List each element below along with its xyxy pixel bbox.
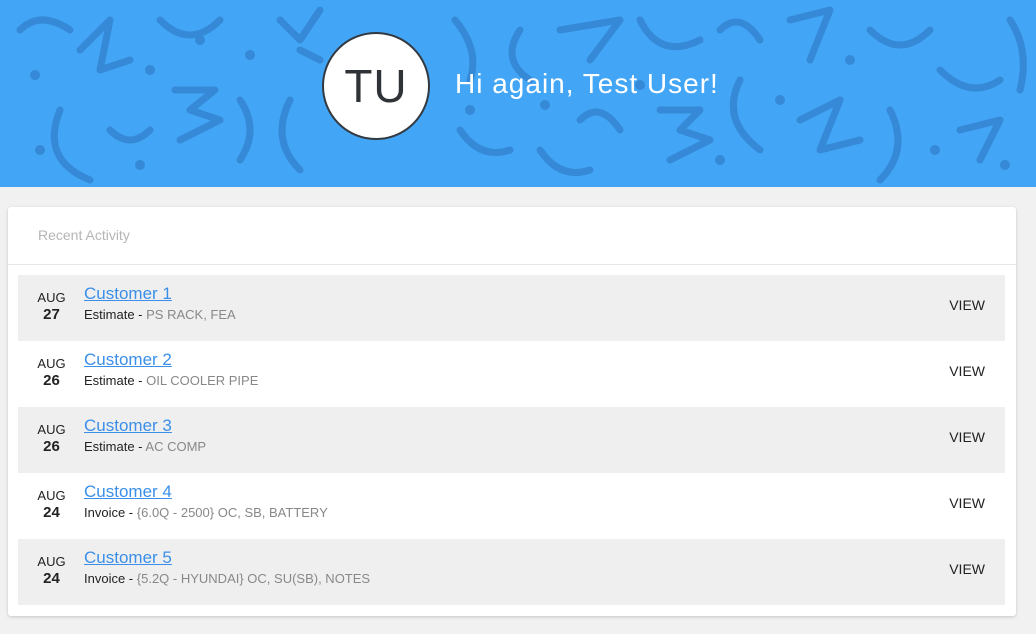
activity-row: AUG 26 Customer 3 Estimate - AC COMP VIE… xyxy=(18,407,1005,473)
activity-info: Customer 5 Invoice - {5.2Q - HYUNDAI} OC… xyxy=(84,548,370,587)
activity-day: 24 xyxy=(43,570,60,587)
recent-activity-title: Recent Activity xyxy=(8,207,1016,265)
activity-month: AUG xyxy=(37,422,66,437)
greeting-text: Hi again, Test User! xyxy=(455,68,719,99)
avatar: TU xyxy=(322,32,430,140)
activity-description: Invoice - {5.2Q - HYUNDAI} OC, SU(SB), N… xyxy=(84,571,370,587)
document-type: Estimate - xyxy=(84,307,143,322)
activity-day: 26 xyxy=(43,372,60,389)
view-button[interactable]: VIEW xyxy=(949,363,985,379)
activity-info: Customer 4 Invoice - {6.0Q - 2500} OC, S… xyxy=(84,482,328,521)
document-detail: AC COMP xyxy=(145,439,207,454)
activity-info: Customer 3 Estimate - AC COMP xyxy=(84,416,206,455)
view-button[interactable]: VIEW xyxy=(949,495,985,511)
view-button[interactable]: VIEW xyxy=(949,297,985,313)
activity-description: Estimate - PS RACK, FEA xyxy=(84,307,236,323)
activity-day: 24 xyxy=(43,504,60,521)
recent-activity-card: Recent Activity AUG 27 Customer 1 Estima… xyxy=(8,207,1016,616)
view-button[interactable]: VIEW xyxy=(949,429,985,445)
activity-day: 26 xyxy=(43,438,60,455)
activity-day: 27 xyxy=(43,306,60,323)
activity-date: AUG 27 xyxy=(28,291,75,325)
activity-date: AUG 26 xyxy=(28,423,75,457)
activity-row: AUG 24 Customer 4 Invoice - {6.0Q - 2500… xyxy=(18,473,1005,539)
activity-info: Customer 2 Estimate - OIL COOLER PIPE xyxy=(84,350,258,389)
view-button[interactable]: VIEW xyxy=(949,561,985,577)
activity-description: Estimate - AC COMP xyxy=(84,439,206,455)
activity-list: AUG 27 Customer 1 Estimate - PS RACK, FE… xyxy=(18,275,1005,605)
document-type: Estimate - xyxy=(84,439,143,454)
activity-month: AUG xyxy=(37,356,66,371)
activity-description: Invoice - {6.0Q - 2500} OC, SB, BATTERY xyxy=(84,505,328,521)
activity-description: Estimate - OIL COOLER PIPE xyxy=(84,373,258,389)
activity-info: Customer 1 Estimate - PS RACK, FEA xyxy=(84,284,236,323)
activity-date: AUG 26 xyxy=(28,357,75,391)
activity-date: AUG 24 xyxy=(28,555,75,589)
document-detail: PS RACK, FEA xyxy=(146,307,236,322)
activity-month: AUG xyxy=(37,554,66,569)
document-detail: {6.0Q - 2500} OC, SB, BATTERY xyxy=(136,505,328,520)
activity-row: AUG 27 Customer 1 Estimate - PS RACK, FE… xyxy=(18,275,1005,341)
customer-link[interactable]: Customer 3 xyxy=(84,416,206,436)
document-detail: OIL COOLER PIPE xyxy=(146,373,259,388)
activity-month: AUG xyxy=(37,488,66,503)
document-detail: {5.2Q - HYUNDAI} OC, SU(SB), NOTES xyxy=(136,571,371,586)
document-type: Invoice - xyxy=(84,571,134,586)
customer-link[interactable]: Customer 2 xyxy=(84,350,258,370)
document-type: Estimate - xyxy=(84,373,143,388)
document-type: Invoice - xyxy=(84,505,134,520)
activity-date: AUG 24 xyxy=(28,489,75,523)
activity-row: AUG 24 Customer 5 Invoice - {5.2Q - HYUN… xyxy=(18,539,1005,605)
activity-row: AUG 26 Customer 2 Estimate - OIL COOLER … xyxy=(18,341,1005,407)
customer-link[interactable]: Customer 5 xyxy=(84,548,370,568)
customer-link[interactable]: Customer 1 xyxy=(84,284,236,304)
profile-header: TU Hi again, Test User! xyxy=(0,0,1036,187)
customer-link[interactable]: Customer 4 xyxy=(84,482,328,502)
activity-month: AUG xyxy=(37,290,66,305)
